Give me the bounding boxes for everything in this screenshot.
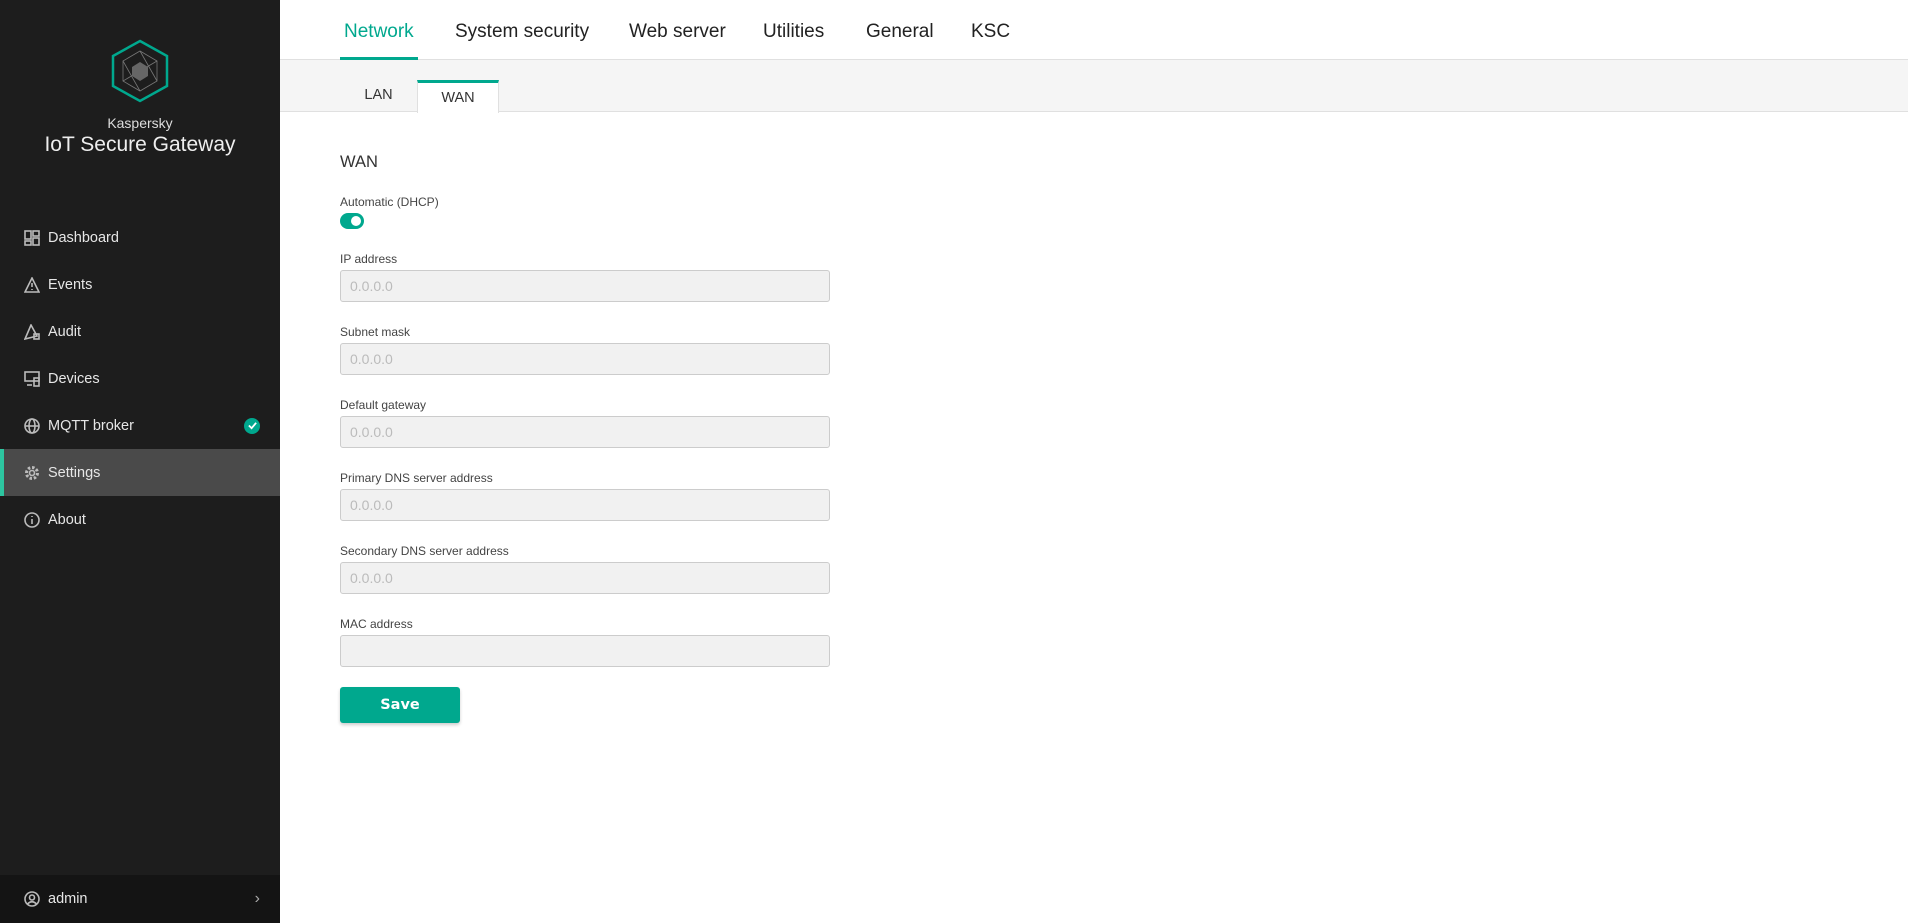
sidebar-item-events[interactable]: Events (0, 261, 280, 308)
brand-company: Kaspersky (107, 115, 173, 131)
sidebar-item-audit[interactable]: Audit (0, 308, 280, 355)
sidebar-item-mqtt-broker[interactable]: MQTT broker (0, 402, 280, 449)
mac-address-label: MAC address (340, 617, 413, 631)
warning-icon (24, 276, 40, 293)
sidebar: Kaspersky IoT Secure Gateway Dashboard E… (0, 0, 280, 923)
tab-general[interactable]: General (862, 0, 938, 60)
sidebar-item-settings[interactable]: Settings (0, 449, 280, 496)
subtab-wan[interactable]: WAN (417, 80, 499, 113)
top-tabs: Network System security Web server Utili… (280, 0, 1908, 60)
tab-web-server[interactable]: Web server (625, 0, 730, 60)
subtab-lan[interactable]: LAN (340, 80, 417, 113)
sidebar-item-label: Dashboard (48, 229, 119, 246)
subnet-mask-input[interactable] (340, 343, 830, 375)
sidebar-item-label: MQTT broker (48, 417, 134, 434)
secondary-dns-input[interactable] (340, 562, 830, 594)
ip-address-label: IP address (340, 252, 398, 266)
chevron-right-icon: › (254, 890, 260, 907)
sidebar-item-dashboard[interactable]: Dashboard (0, 214, 280, 261)
audit-icon (24, 323, 40, 340)
sidebar-item-label: Settings (48, 464, 101, 481)
gear-icon (25, 465, 39, 480)
dhcp-toggle[interactable] (340, 213, 364, 229)
sidebar-item-label: Events (48, 276, 93, 293)
devices-icon (24, 370, 40, 387)
sidebar-item-label: Audit (48, 323, 82, 340)
default-gateway-label: Default gateway (340, 398, 427, 412)
tab-ksc[interactable]: KSC (967, 0, 1014, 60)
dhcp-label: Automatic (DHCP) (340, 195, 439, 209)
dashboard-icon (24, 229, 40, 246)
sub-tabs: LAN WAN (280, 60, 1908, 113)
primary-dns-input[interactable] (340, 489, 830, 521)
status-ok-badge (244, 417, 260, 434)
sidebar-item-label: About (48, 511, 86, 528)
tab-system-security[interactable]: System security (451, 0, 593, 60)
sidebar-item-label: Devices (48, 370, 100, 387)
user-menu[interactable]: admin › (0, 875, 280, 923)
tab-utilities[interactable]: Utilities (759, 0, 828, 60)
sidebar-item-about[interactable]: About (0, 496, 280, 543)
brand-product: IoT Secure Gateway (44, 133, 236, 156)
tab-network[interactable]: Network (340, 0, 418, 60)
kaspersky-logo-icon (111, 39, 169, 103)
primary-dns-label: Primary DNS server address (340, 471, 493, 485)
ip-address-input[interactable] (340, 270, 830, 302)
save-button[interactable]: Save (340, 687, 460, 723)
info-icon (24, 511, 40, 528)
section-title: WAN (340, 153, 378, 171)
mac-address-input[interactable] (340, 635, 830, 667)
default-gateway-input[interactable] (340, 416, 830, 448)
username: admin (48, 891, 88, 907)
check-icon (247, 422, 257, 430)
sidebar-item-devices[interactable]: Devices (0, 355, 280, 402)
globe-icon (24, 417, 40, 434)
subnet-mask-label: Subnet mask (340, 325, 411, 339)
secondary-dns-label: Secondary DNS server address (340, 544, 509, 558)
user-icon (24, 891, 40, 907)
